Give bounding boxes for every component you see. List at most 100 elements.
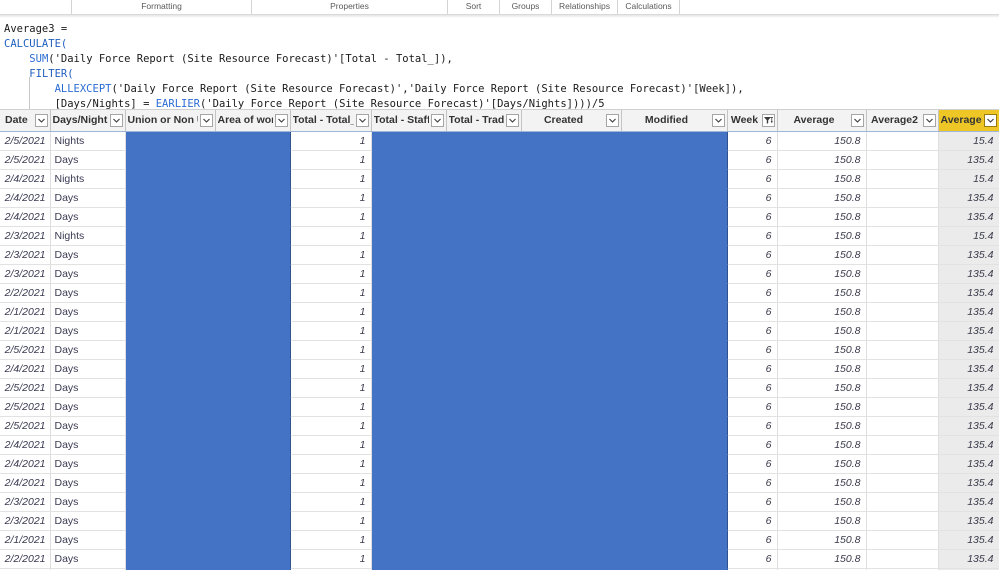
cell-modified[interactable]	[621, 169, 728, 189]
cell-average3[interactable]: 135.4	[938, 302, 999, 322]
cell-average2[interactable]	[866, 511, 939, 531]
cell-average2[interactable]	[866, 245, 939, 265]
cell-total-trade[interactable]	[446, 454, 522, 474]
ribbon-group-calculations[interactable]: Calculations	[618, 0, 680, 14]
cell-average[interactable]: 150.8	[777, 245, 867, 265]
cell-average2[interactable]	[866, 435, 939, 455]
cell-total-trade[interactable]	[446, 131, 522, 151]
cell-area-of-work[interactable]	[215, 454, 291, 474]
cell-average2[interactable]	[866, 549, 939, 569]
cell-average3[interactable]: 135.4	[938, 150, 999, 170]
cell-total-staff[interactable]	[370, 397, 447, 417]
chevron-down-icon[interactable]	[850, 113, 864, 127]
cell-days-nights[interactable]: Days	[50, 359, 126, 379]
ribbon-group-properties[interactable]: Properties	[252, 0, 448, 14]
cell-date[interactable]: 2/4/2021	[0, 435, 51, 455]
table-row[interactable]: 2/5/2021 Days 1 6 150.8 135.4	[0, 340, 999, 360]
cell-modified[interactable]	[621, 226, 728, 246]
cell-week[interactable]: 6	[727, 302, 778, 322]
cell-created[interactable]	[521, 150, 622, 170]
cell-total-trade[interactable]	[446, 245, 522, 265]
cell-total-total[interactable]: 1	[290, 549, 372, 569]
cell-total-staff[interactable]	[370, 302, 447, 322]
cell-average[interactable]: 150.8	[777, 264, 867, 284]
cell-total-staff[interactable]	[370, 264, 447, 284]
cell-days-nights[interactable]: Days	[50, 473, 126, 493]
ribbon-group-sort[interactable]: Sort	[448, 0, 500, 14]
cell-total-total[interactable]: 1	[290, 226, 372, 246]
cell-week[interactable]: 6	[727, 454, 778, 474]
cell-total-staff[interactable]	[370, 207, 447, 227]
cell-week[interactable]: 6	[727, 245, 778, 265]
table-row[interactable]: 2/1/2021Days 1 6150.8 135.4	[0, 302, 999, 322]
cell-date[interactable]: 2/3/2021	[0, 245, 51, 265]
cell-average3[interactable]: 135.4	[938, 530, 999, 550]
cell-total-staff[interactable]	[370, 188, 447, 208]
cell-week[interactable]: 6	[727, 416, 778, 436]
table-row[interactable]: 2/5/2021 Days 1 6 150.8 135.4	[0, 397, 999, 417]
cell-total-total[interactable]: 1	[290, 283, 372, 303]
cell-union-or-non-u[interactable]	[124, 530, 216, 550]
cell-union-or-non-u[interactable]	[124, 416, 216, 436]
cell-average3[interactable]: 135.4	[938, 321, 999, 341]
cell-total-staff[interactable]	[370, 530, 447, 550]
cell-week[interactable]: 6	[727, 549, 778, 569]
cell-average[interactable]: 150.8	[777, 549, 867, 569]
cell-total-staff[interactable]	[370, 226, 447, 246]
cell-days-nights[interactable]: Days	[50, 245, 126, 265]
cell-total-total[interactable]: 1	[290, 340, 372, 360]
cell-union-or-non-u[interactable]	[124, 283, 216, 303]
table-row[interactable]: 2/4/2021 Days 1 6 150.8 135.4	[0, 207, 999, 227]
table-row[interactable]: 2/3/2021 Days 1 6 150.8 135.4	[0, 264, 999, 284]
cell-total-staff[interactable]	[370, 511, 447, 531]
cell-date[interactable]: 2/5/2021	[0, 416, 51, 436]
table-row[interactable]: 2/4/2021 Days 1 6 150.8 135.4	[0, 454, 999, 474]
cell-average[interactable]: 150.8	[777, 473, 867, 493]
cell-modified[interactable]	[621, 188, 728, 208]
cell-average[interactable]: 150.8	[777, 416, 867, 436]
cell-days-nights[interactable]: Days	[50, 150, 126, 170]
cell-modified[interactable]	[621, 150, 728, 170]
cell-total-total[interactable]: 1	[290, 131, 372, 151]
chevron-down-icon[interactable]	[505, 113, 519, 127]
cell-area-of-work[interactable]	[215, 169, 291, 189]
cell-average3[interactable]: 15.4	[938, 226, 999, 246]
column-date[interactable]: Date	[0, 110, 51, 132]
cell-week[interactable]: 6	[727, 264, 778, 284]
cell-total-total[interactable]: 1	[290, 150, 372, 170]
cell-total-trade[interactable]	[446, 188, 522, 208]
cell-average[interactable]: 150.8	[777, 397, 867, 417]
cell-area-of-work[interactable]	[215, 321, 291, 341]
cell-average2[interactable]	[866, 264, 939, 284]
cell-union-or-non-u[interactable]	[124, 378, 216, 398]
cell-modified[interactable]	[621, 283, 728, 303]
cell-created[interactable]	[521, 302, 622, 322]
cell-modified[interactable]	[621, 245, 728, 265]
cell-average3[interactable]: 135.4	[938, 473, 999, 493]
cell-created[interactable]	[521, 530, 622, 550]
cell-created[interactable]	[521, 188, 622, 208]
table-row[interactable]: 2/4/2021 Days 1 6 150.8 135.4	[0, 188, 999, 208]
cell-average3[interactable]: 135.4	[938, 359, 999, 379]
cell-average[interactable]: 150.8	[777, 454, 867, 474]
cell-union-or-non-u[interactable]	[124, 264, 216, 284]
cell-union-or-non-u[interactable]	[124, 397, 216, 417]
cell-average[interactable]: 150.8	[777, 340, 867, 360]
cell-days-nights[interactable]: Days	[50, 549, 126, 569]
cell-total-staff[interactable]	[370, 245, 447, 265]
cell-area-of-work[interactable]	[215, 530, 291, 550]
column-average[interactable]: Average	[777, 110, 867, 132]
cell-week[interactable]: 6	[727, 321, 778, 341]
cell-total-staff[interactable]	[370, 549, 447, 569]
cell-average[interactable]: 150.8	[777, 321, 867, 341]
column-union-or-non-u[interactable]: Union or Non U	[125, 110, 216, 132]
cell-total-total[interactable]: 1	[290, 416, 372, 436]
cell-created[interactable]	[521, 511, 622, 531]
cell-week[interactable]: 6	[727, 397, 778, 417]
cell-total-total[interactable]: 1	[290, 245, 372, 265]
cell-date[interactable]: 2/3/2021	[0, 492, 51, 512]
cell-average2[interactable]	[866, 150, 939, 170]
chevron-down-icon[interactable]	[109, 113, 123, 127]
cell-total-total[interactable]: 1	[290, 207, 372, 227]
cell-total-total[interactable]: 1	[290, 321, 372, 341]
